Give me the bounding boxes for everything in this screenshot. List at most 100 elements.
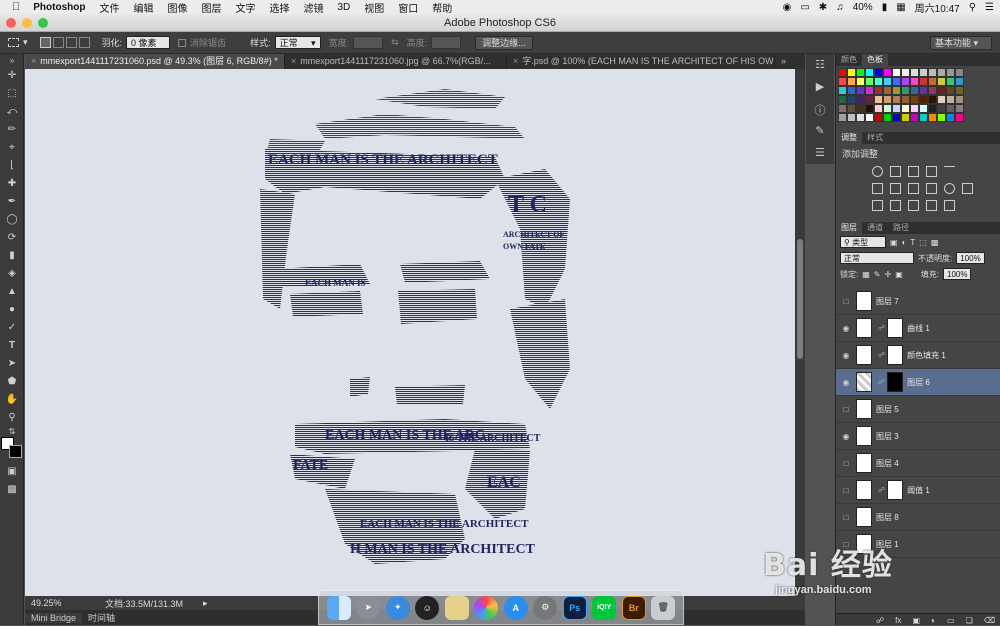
- tab-swatches[interactable]: 色板: [862, 54, 888, 66]
- swatch[interactable]: [910, 113, 919, 122]
- refine-edge-button[interactable]: 调整边缘...: [475, 35, 533, 50]
- swatch[interactable]: [919, 86, 928, 95]
- layer-mask-thumbnail[interactable]: [887, 480, 904, 500]
- fx-icon[interactable]: fx: [895, 616, 901, 625]
- status-menu-icon[interactable]: ▸: [203, 598, 208, 609]
- document-tab-active[interactable]: × mmexport1441117231060.psd @ 49.3% (图层 6…: [25, 54, 285, 69]
- layer-row[interactable]: □ 图层 4: [836, 450, 1000, 477]
- healing-brush-icon[interactable]: ✚: [0, 174, 24, 192]
- swatch[interactable]: [892, 86, 901, 95]
- layer-row[interactable]: □ ☍ 阈值 1: [836, 477, 1000, 504]
- layer-mask-thumbnail[interactable]: [887, 372, 904, 392]
- swatch[interactable]: [847, 86, 856, 95]
- move-tool-icon[interactable]: ✛: [0, 66, 24, 84]
- lock-all-icon[interactable]: ▣: [895, 270, 903, 279]
- visibility-eye-icon[interactable]: ◉: [836, 378, 856, 387]
- swatch[interactable]: [910, 77, 919, 86]
- trash-icon[interactable]: 🗑: [651, 595, 676, 620]
- path-select-icon[interactable]: ➤: [0, 354, 24, 372]
- app-store-icon[interactable]: A: [503, 595, 528, 620]
- swatch[interactable]: [838, 95, 847, 104]
- quick-select-tool-icon[interactable]: ✏: [0, 120, 24, 138]
- mask-link-icon[interactable]: ☍: [878, 351, 885, 359]
- preview-icon[interactable]: [444, 595, 469, 620]
- notification-icon[interactable]: ☰: [985, 2, 994, 13]
- tab-channels[interactable]: 通道: [862, 222, 888, 234]
- swatch[interactable]: [874, 104, 883, 113]
- marquee-tool-icon[interactable]: [8, 38, 19, 47]
- tab-layers[interactable]: 图层: [836, 222, 862, 234]
- swatches-grid[interactable]: [836, 66, 1000, 124]
- swatch[interactable]: [928, 68, 937, 77]
- crop-tool-icon[interactable]: ⌖: [0, 138, 24, 156]
- swatch[interactable]: [856, 86, 865, 95]
- swatch[interactable]: [901, 77, 910, 86]
- swatch[interactable]: [883, 68, 892, 77]
- lock-position-icon[interactable]: ✛: [885, 270, 892, 279]
- fill-input[interactable]: 100%: [943, 268, 972, 280]
- visibility-eye-icon[interactable]: □: [836, 405, 856, 414]
- swatch[interactable]: [892, 113, 901, 122]
- input-method-icon[interactable]: ▦: [896, 2, 905, 13]
- swatch[interactable]: [901, 68, 910, 77]
- close-icon[interactable]: ×: [31, 56, 36, 66]
- properties-panel-icon[interactable]: ☰: [806, 146, 834, 164]
- mask-link-icon[interactable]: ☍: [878, 486, 885, 494]
- bw-adjust-icon[interactable]: [908, 183, 919, 194]
- menu-layer[interactable]: 图层: [194, 0, 228, 15]
- new-selection-icon[interactable]: [39, 37, 51, 48]
- tab-adjustments[interactable]: 调整: [836, 132, 862, 144]
- swatch[interactable]: [874, 113, 883, 122]
- mask-link-icon[interactable]: ☍: [878, 378, 885, 386]
- swatch[interactable]: [955, 95, 964, 104]
- quick-mask-icon[interactable]: ▣: [0, 462, 24, 480]
- eraser-tool-icon[interactable]: ▮: [0, 246, 24, 264]
- threshold-adjust-icon[interactable]: [908, 200, 919, 211]
- menu-file[interactable]: 文件: [92, 0, 126, 15]
- menu-image[interactable]: 图像: [160, 0, 194, 15]
- swatch[interactable]: [865, 77, 874, 86]
- close-icon[interactable]: ×: [513, 56, 518, 66]
- swatch[interactable]: [865, 95, 874, 104]
- swatch[interactable]: [910, 104, 919, 113]
- layer-kind-filter[interactable]: ⚲ 类型: [840, 236, 886, 248]
- swatch[interactable]: [928, 77, 937, 86]
- swatch[interactable]: [910, 68, 919, 77]
- document-tab[interactable]: × mmexport1441117231060.jpg @ 66.7%(RGB/.…: [285, 54, 507, 69]
- brightness-adjust-icon[interactable]: [872, 166, 883, 177]
- swatch[interactable]: [919, 95, 928, 104]
- swatch[interactable]: [874, 95, 883, 104]
- curves-adjust-icon[interactable]: [908, 166, 919, 177]
- invert-adjust-icon[interactable]: [872, 200, 883, 211]
- hand-tool-icon[interactable]: ✋: [0, 390, 24, 408]
- swatch[interactable]: [946, 86, 955, 95]
- menu-window[interactable]: 窗口: [391, 0, 425, 15]
- swatch[interactable]: [919, 104, 928, 113]
- visibility-eye-icon[interactable]: ◉: [836, 324, 856, 333]
- swatch[interactable]: [928, 86, 937, 95]
- swatch[interactable]: [892, 68, 901, 77]
- layer-row[interactable]: □ 图层 7: [836, 288, 1000, 315]
- hue-sat-adjust-icon[interactable]: [872, 183, 883, 194]
- layer-mask-thumbnail[interactable]: [887, 345, 904, 365]
- filter-adjust-icon[interactable]: ◐: [902, 238, 907, 247]
- swatch[interactable]: [892, 104, 901, 113]
- style-select[interactable]: 正常 ▾: [274, 36, 321, 49]
- swatch[interactable]: [838, 68, 847, 77]
- swatch[interactable]: [856, 68, 865, 77]
- posterize-adjust-icon[interactable]: [890, 200, 901, 211]
- close-icon[interactable]: ×: [291, 56, 296, 66]
- tab-mini-bridge[interactable]: Mini Bridge: [25, 612, 83, 623]
- menu-filter[interactable]: 滤镜: [296, 0, 330, 15]
- swatch[interactable]: [847, 77, 856, 86]
- levels-adjust-icon[interactable]: [890, 166, 901, 177]
- new-group-icon[interactable]: ▭: [947, 616, 955, 625]
- swatch[interactable]: [856, 113, 865, 122]
- spotlight-icon[interactable]: ⚲: [969, 2, 976, 13]
- minimize-button[interactable]: [22, 18, 32, 28]
- swatch[interactable]: [919, 77, 928, 86]
- apple-icon[interactable]: : [0, 1, 26, 13]
- swatch[interactable]: [892, 77, 901, 86]
- layer-row[interactable]: ◉ ☍ 图层 6: [836, 369, 1000, 396]
- swatch[interactable]: [955, 77, 964, 86]
